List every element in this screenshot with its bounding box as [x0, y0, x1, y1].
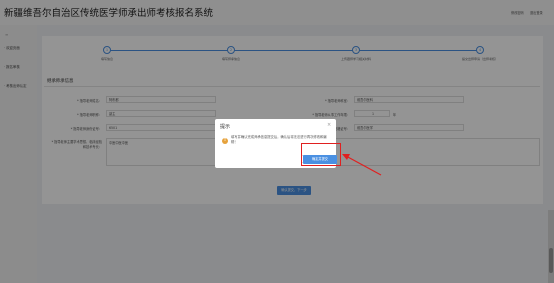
annotation-arrow-icon	[342, 154, 382, 176]
